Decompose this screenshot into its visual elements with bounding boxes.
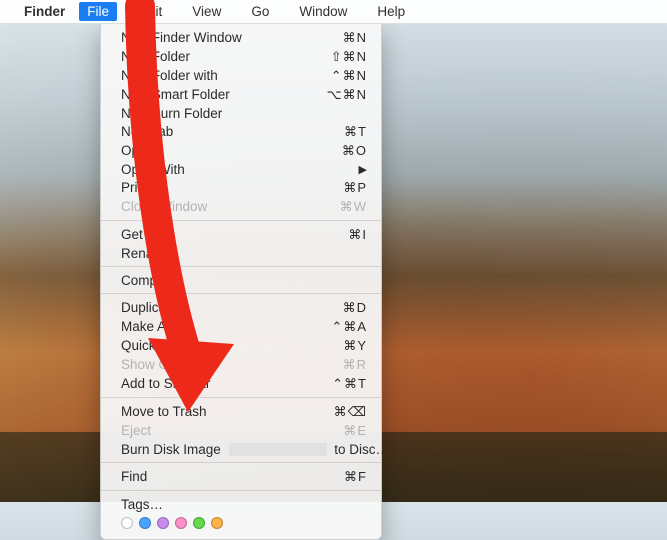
menu-item-label: Close Window: [121, 199, 332, 214]
menu-item-open[interactable]: Open ⌘O: [101, 141, 381, 160]
menu-item-show-original: Show Original ⌘R: [101, 355, 381, 374]
redacted-text: [229, 443, 327, 456]
menu-item-close-window: Close Window ⌘W: [101, 197, 381, 216]
menu-item-shortcut: ⌘P: [343, 180, 367, 196]
menu-separator: [101, 266, 381, 267]
menu-item-new-folder-with[interactable]: New Folder with ⌃⌘N: [101, 66, 381, 85]
menu-item-label: Find: [121, 469, 336, 484]
menu-item-new-smart-folder[interactable]: New Smart Folder ⌥⌘N: [101, 85, 381, 104]
tag-color-pink[interactable]: [175, 517, 187, 529]
menu-separator: [101, 490, 381, 491]
menu-item-label: New Smart Folder: [121, 87, 319, 102]
menu-item-new-folder[interactable]: New Folder ⇧⌘N: [101, 47, 381, 66]
menu-item-get-info[interactable]: Get Info ⌘I: [101, 225, 381, 244]
menu-item-label: Add to Sidebar: [121, 376, 324, 391]
menu-item-add-to-sidebar[interactable]: Add to Sidebar ⌃⌘T: [101, 374, 381, 393]
menu-item-shortcut: ⌘I: [348, 227, 367, 243]
menu-item-shortcut: ⌘W: [340, 199, 367, 215]
menu-item-label: Print: [121, 180, 335, 195]
menu-item-burn-disk-image[interactable]: Burn Disk Image to Disc…: [101, 440, 381, 458]
menu-item-shortcut: ⌘Y: [343, 338, 367, 354]
menu-item-label: New Burn Folder: [121, 106, 367, 121]
menu-item-shortcut: ⌘O: [342, 143, 367, 159]
menu-item-shortcut: ⌘F: [344, 469, 367, 485]
menu-item-shortcut: ⌃⌘N: [331, 68, 367, 84]
menubar-item-file[interactable]: File: [79, 2, 117, 21]
menu-item-new-finder-window[interactable]: New Finder Window ⌘N: [101, 28, 381, 47]
menubar-app-name[interactable]: Finder: [24, 4, 65, 19]
menu-item-new-burn-folder[interactable]: New Burn Folder: [101, 104, 381, 122]
menu-item-label: Eject: [121, 423, 335, 438]
tags-colors-row: [101, 513, 381, 531]
menu-item-shortcut: ⌘E: [343, 423, 367, 439]
menu-item-label: Burn Disk Image to Disc…: [121, 442, 389, 457]
menu-item-label: Move to Trash: [121, 404, 326, 419]
menu-separator: [101, 397, 381, 398]
menu-item-new-tab[interactable]: New Tab ⌘T: [101, 122, 381, 141]
menu-item-shortcut: ⌘N: [343, 30, 367, 46]
menu-separator: [101, 293, 381, 294]
menu-item-shortcut: ⌃⌘A: [331, 319, 367, 335]
menu-item-label: New Tab: [121, 124, 336, 139]
menu-item-label: Open With: [121, 162, 359, 177]
file-menu-dropdown: New Finder Window⌘NNew Folder⇧⌘NNew Fold…: [100, 24, 382, 540]
menu-item-shortcut: ⌃⌘T: [332, 376, 367, 392]
menu-item-shortcut: ⌘R: [343, 357, 367, 373]
menu-item-shortcut: ⌥⌘N: [327, 87, 367, 103]
menu-item-open-with[interactable]: Open With▶: [101, 160, 381, 178]
menu-item-print[interactable]: Print ⌘P: [101, 178, 381, 197]
menu-item-rename[interactable]: Rename: [101, 244, 381, 262]
menu-item-label: Compress: [121, 273, 367, 288]
menubar-item-edit[interactable]: Edit: [131, 2, 170, 21]
menu-item-label: Duplicate: [121, 300, 335, 315]
menu-item-find[interactable]: Find ⌘F: [101, 467, 381, 486]
menu-item-shortcut: ⌘D: [343, 300, 367, 316]
menu-item-label: New Folder with: [121, 68, 323, 83]
menu-item-make-alias[interactable]: Make Alias ⌃⌘A: [101, 317, 381, 336]
menu-item-eject: Eject ⌘E: [101, 421, 381, 440]
menu-item-move-to-trash[interactable]: Move to Trash ⌘⌫: [101, 402, 381, 421]
menubar-item-help[interactable]: Help: [369, 2, 413, 21]
menu-item-quick-look[interactable]: Quick Look ⌘Y: [101, 336, 381, 355]
menu-item-label: Show Original: [121, 357, 335, 372]
menu-item-tags[interactable]: Tags…: [101, 495, 381, 513]
menu-item-shortcut: ⌘T: [344, 124, 367, 140]
menu-separator: [101, 220, 381, 221]
menu-item-label: Make Alias: [121, 319, 323, 334]
tag-color-purple[interactable]: [157, 517, 169, 529]
menu-item-label: Open: [121, 143, 334, 158]
menu-item-shortcut: ⇧⌘N: [331, 49, 367, 65]
menubar-item-go[interactable]: Go: [243, 2, 277, 21]
tag-color-none[interactable]: [121, 517, 133, 529]
tag-color-blue[interactable]: [139, 517, 151, 529]
submenu-arrow-icon: ▶: [359, 163, 367, 176]
menu-item-label: Quick Look: [121, 338, 335, 353]
menu-item-shortcut: ⌘⌫: [334, 404, 367, 420]
menubar-item-view[interactable]: View: [184, 2, 229, 21]
menu-item-label: Rename: [121, 246, 367, 261]
menu-item-label: New Finder Window: [121, 30, 335, 45]
tag-color-orange[interactable]: [211, 517, 223, 529]
menu-item-label: Get Info: [121, 227, 340, 242]
tag-color-green[interactable]: [193, 517, 205, 529]
menubar-item-window[interactable]: Window: [291, 2, 355, 21]
menu-separator: [101, 462, 381, 463]
menu-item-label: New Folder: [121, 49, 323, 64]
menubar: Finder File Edit View Go Window Help: [0, 0, 667, 24]
menu-item-compress[interactable]: Compress: [101, 271, 381, 289]
menu-item-label: Tags…: [121, 497, 367, 512]
menu-item-duplicate[interactable]: Duplicate ⌘D: [101, 298, 381, 317]
